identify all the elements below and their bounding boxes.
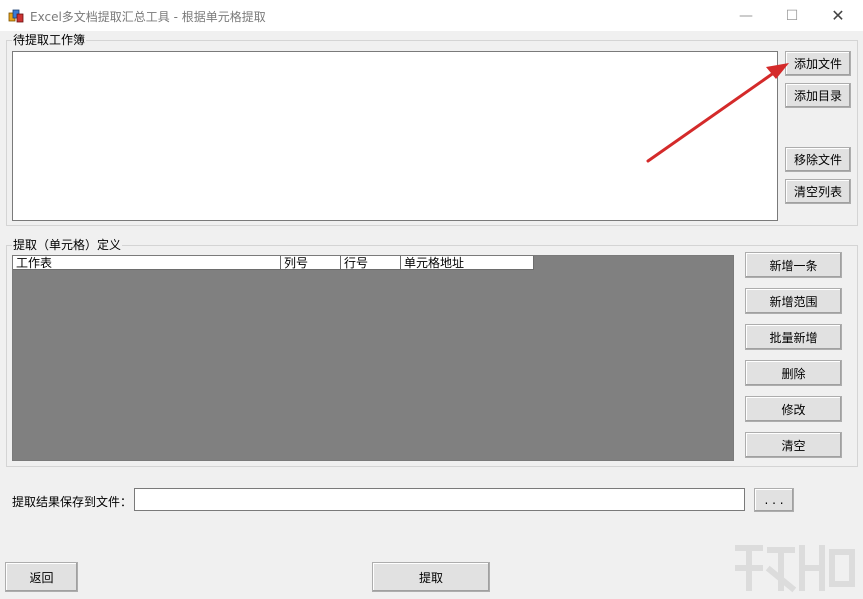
definition-grid[interactable]: 工作表 列号 行号 单元格地址 (12, 255, 734, 461)
grid-header: 工作表 列号 行号 单元格地址 (13, 256, 534, 270)
clear-button[interactable]: 清空 (745, 432, 842, 458)
app-icon (8, 9, 24, 23)
add-directory-button[interactable]: 添加目录 (785, 83, 851, 108)
workbook-list[interactable] (12, 51, 778, 221)
add-file-button[interactable]: 添加文件 (785, 51, 851, 76)
back-button[interactable]: 返回 (5, 562, 78, 592)
remove-file-button[interactable]: 移除文件 (785, 147, 851, 172)
column-header-cell-address[interactable]: 单元格地址 (401, 256, 534, 270)
save-label: 提取结果保存到文件： (12, 495, 133, 509)
maximize-button[interactable]: ☐ (769, 0, 815, 31)
browse-button[interactable]: . . . (754, 488, 794, 512)
workbook-group-title: 待提取工作簿 (12, 33, 87, 47)
column-header-column[interactable]: 列号 (281, 256, 341, 270)
modify-button[interactable]: 修改 (745, 396, 842, 422)
window-title: Excel多文档提取汇总工具 - 根据单元格提取 (30, 10, 266, 24)
save-path-input[interactable] (134, 488, 745, 511)
batch-add-button[interactable]: 批量新增 (745, 324, 842, 350)
add-one-button[interactable]: 新增一条 (745, 252, 842, 278)
delete-button[interactable]: 删除 (745, 360, 842, 386)
extract-button[interactable]: 提取 (372, 562, 490, 592)
column-header-worksheet[interactable]: 工作表 (13, 256, 281, 270)
title-bar: Excel多文档提取汇总工具 - 根据单元格提取 — ☐ ✕ (0, 0, 863, 31)
watermark-logo (735, 545, 855, 593)
close-button[interactable]: ✕ (815, 0, 861, 31)
add-range-button[interactable]: 新增范围 (745, 288, 842, 314)
minimize-button[interactable]: — (723, 0, 769, 31)
definition-group-title: 提取（单元格）定义 (12, 238, 123, 252)
clear-list-button[interactable]: 清空列表 (785, 179, 851, 204)
column-header-row[interactable]: 行号 (341, 256, 401, 270)
